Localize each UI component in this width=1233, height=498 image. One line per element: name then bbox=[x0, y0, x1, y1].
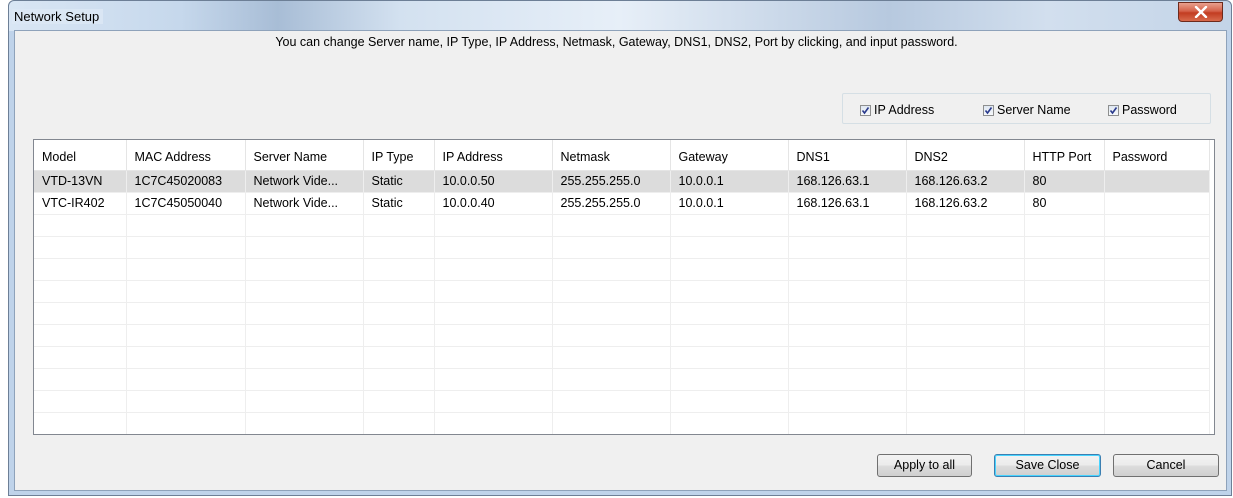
checkbox-box[interactable] bbox=[860, 104, 871, 116]
column-header-ip-address[interactable]: IP Address bbox=[434, 140, 553, 171]
empty-row bbox=[34, 280, 1210, 303]
device-table: Model MAC Address Server Name IP Type IP… bbox=[34, 140, 1210, 434]
password-checkbox[interactable]: Password bbox=[1108, 103, 1177, 117]
cell-mac-address[interactable]: 1C7C45050040 bbox=[126, 192, 246, 215]
cell-netmask[interactable]: 255.255.255.0 bbox=[552, 170, 671, 193]
column-header-netmask[interactable]: Netmask bbox=[552, 140, 671, 171]
server-name-checkbox[interactable]: Server Name bbox=[983, 103, 1071, 117]
cell-ip-address[interactable]: 10.0.0.50 bbox=[434, 170, 553, 193]
cell-server-name[interactable]: Network Vide... bbox=[245, 170, 364, 193]
cell-netmask[interactable]: 255.255.255.0 bbox=[552, 192, 671, 215]
apply-to-all-button[interactable]: Apply to all bbox=[877, 454, 972, 477]
instruction-text: You can change Server name, IP Type, IP … bbox=[275, 35, 958, 49]
column-header-dns2[interactable]: DNS2 bbox=[906, 140, 1025, 171]
cell-mac-address[interactable]: 1C7C45020083 bbox=[126, 170, 246, 193]
empty-row bbox=[34, 412, 1210, 434]
table-row[interactable]: VTD-13VN 1C7C45020083 Network Vide... St… bbox=[34, 170, 1210, 193]
cell-ip-address[interactable]: 10.0.0.40 bbox=[434, 192, 553, 215]
empty-row bbox=[34, 346, 1210, 369]
checkmark-icon bbox=[1109, 106, 1118, 114]
cell-gateway[interactable]: 10.0.0.1 bbox=[670, 192, 789, 215]
cell-http-port[interactable]: 80 bbox=[1024, 170, 1105, 193]
title-bar[interactable]: Network Setup bbox=[9, 1, 1231, 31]
column-header-dns1[interactable]: DNS1 bbox=[788, 140, 907, 171]
cell-dns2[interactable]: 168.126.63.2 bbox=[906, 170, 1025, 193]
ip-address-option-label: IP Address bbox=[874, 103, 935, 117]
save-close-button[interactable]: Save Close bbox=[994, 454, 1101, 477]
cell-model[interactable]: VTD-13VN bbox=[34, 170, 127, 193]
close-button[interactable] bbox=[1178, 2, 1223, 22]
cell-dns1[interactable]: 168.126.63.1 bbox=[788, 170, 907, 193]
table-row[interactable]: VTC-IR402 1C7C45050040 Network Vide... S… bbox=[34, 192, 1210, 215]
empty-row bbox=[34, 390, 1210, 413]
cell-gateway[interactable]: 10.0.0.1 bbox=[670, 170, 789, 193]
column-header-http-port[interactable]: HTTP Port bbox=[1024, 140, 1105, 171]
cell-model[interactable]: VTC-IR402 bbox=[34, 192, 127, 215]
empty-row bbox=[34, 368, 1210, 391]
ip-address-checkbox[interactable]: IP Address bbox=[860, 103, 934, 117]
cell-http-port[interactable]: 80 bbox=[1024, 192, 1105, 215]
column-header-model[interactable]: Model bbox=[34, 140, 127, 171]
empty-row bbox=[34, 214, 1210, 237]
empty-row bbox=[34, 302, 1210, 325]
cell-password[interactable] bbox=[1104, 170, 1210, 193]
empty-row bbox=[34, 324, 1210, 347]
table-header-row: Model MAC Address Server Name IP Type IP… bbox=[34, 140, 1210, 171]
column-header-gateway[interactable]: Gateway bbox=[670, 140, 789, 171]
checkmark-icon bbox=[861, 106, 870, 114]
device-list-grid[interactable]: Model MAC Address Server Name IP Type IP… bbox=[33, 139, 1215, 435]
cancel-button[interactable]: Cancel bbox=[1113, 454, 1219, 477]
cell-dns2[interactable]: 168.126.63.2 bbox=[906, 192, 1025, 215]
password-option-label: Password bbox=[1122, 103, 1177, 117]
close-x-icon bbox=[1194, 6, 1207, 18]
column-options-group: IP Address Server Name Password bbox=[842, 93, 1211, 124]
empty-row bbox=[34, 236, 1210, 259]
cell-ip-type[interactable]: Static bbox=[363, 170, 435, 193]
column-header-mac-address[interactable]: MAC Address bbox=[126, 140, 246, 171]
cell-dns1[interactable]: 168.126.63.1 bbox=[788, 192, 907, 215]
column-header-server-name[interactable]: Server Name bbox=[245, 140, 364, 171]
column-header-ip-type[interactable]: IP Type bbox=[363, 140, 435, 171]
cell-ip-type[interactable]: Static bbox=[363, 192, 435, 215]
empty-row bbox=[34, 258, 1210, 281]
server-name-option-label: Server Name bbox=[997, 103, 1071, 117]
cell-server-name[interactable]: Network Vide... bbox=[245, 192, 364, 215]
cell-password[interactable] bbox=[1104, 192, 1210, 215]
window-title: Network Setup bbox=[12, 9, 104, 24]
column-header-password[interactable]: Password bbox=[1104, 140, 1210, 171]
checkbox-box[interactable] bbox=[983, 104, 994, 116]
checkbox-box[interactable] bbox=[1108, 104, 1119, 116]
checkmark-icon bbox=[984, 106, 993, 114]
